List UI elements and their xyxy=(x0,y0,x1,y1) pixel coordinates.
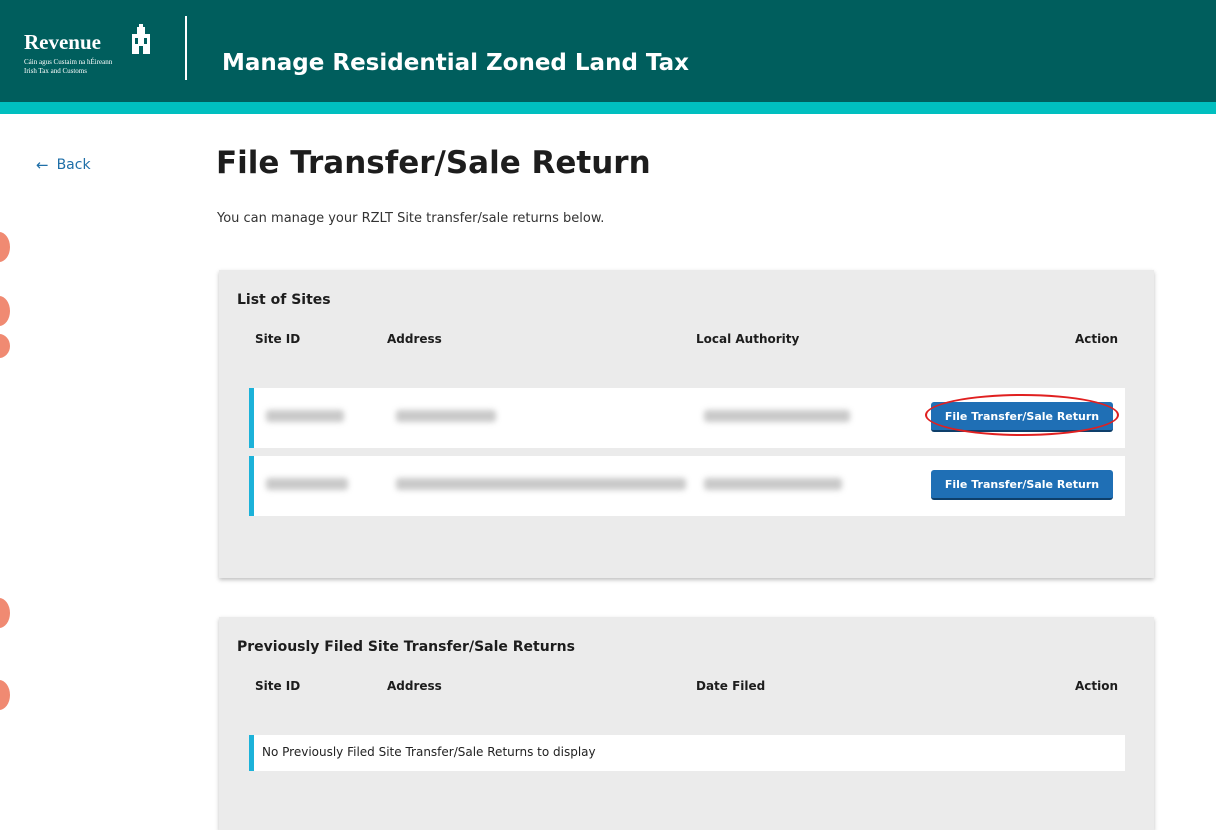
previous-returns-panel: Previously Filed Site Transfer/Sale Retu… xyxy=(219,617,1154,830)
revenue-logo[interactable]: Revenue Cáin agus Custaim na hÉireann Ir… xyxy=(24,18,164,82)
sites-panel-title: List of Sites xyxy=(237,292,331,308)
decorative-shape xyxy=(0,334,10,358)
local-authority-redacted xyxy=(704,478,842,490)
brand-subtitle-irish: Cáin agus Custaim na hÉireann xyxy=(24,58,113,66)
decorative-shape xyxy=(0,680,10,710)
intro-text: You can manage your RZLT Site transfer/s… xyxy=(217,211,605,226)
previous-returns-panel-title: Previously Filed Site Transfer/Sale Retu… xyxy=(237,639,575,655)
site-id-redacted xyxy=(266,410,344,422)
header-accent-strip xyxy=(0,102,1216,114)
column-header-date-filed: Date Filed xyxy=(696,679,766,693)
harp-icon xyxy=(132,24,150,54)
file-transfer-sale-return-button[interactable]: File Transfer/Sale Return xyxy=(931,470,1113,500)
page-title: File Transfer/Sale Return xyxy=(216,145,651,181)
empty-list-message: No Previously Filed Site Transfer/Sale R… xyxy=(262,745,596,759)
local-authority-redacted xyxy=(704,410,850,422)
sites-panel: List of Sites Site ID Address Local Auth… xyxy=(219,270,1154,578)
site-id-redacted xyxy=(266,478,348,490)
empty-list-row: No Previously Filed Site Transfer/Sale R… xyxy=(249,735,1125,771)
address-redacted xyxy=(396,410,496,422)
column-header-site-id: Site ID xyxy=(255,332,301,346)
decorative-shape xyxy=(0,296,10,326)
column-header-local-authority: Local Authority xyxy=(696,332,800,346)
back-label: Back xyxy=(56,157,91,173)
app-header: Revenue Cáin agus Custaim na hÉireann Ir… xyxy=(0,0,1216,102)
brand-subtitle-english: Irish Tax and Customs xyxy=(24,67,87,75)
brand-name: Revenue xyxy=(24,30,101,54)
decorative-shape xyxy=(0,232,10,262)
site-row: File Transfer/Sale Return xyxy=(249,456,1125,516)
column-header-action: Action xyxy=(1074,679,1118,693)
header-divider xyxy=(185,16,187,80)
arrow-left-icon: ← xyxy=(36,156,49,174)
address-redacted xyxy=(396,478,686,490)
column-header-site-id: Site ID xyxy=(255,679,301,693)
highlight-annotation xyxy=(925,394,1119,436)
column-header-action: Action xyxy=(1074,332,1118,346)
decorative-shape xyxy=(0,598,10,628)
app-title: Manage Residential Zoned Land Tax xyxy=(222,50,690,76)
column-header-address: Address xyxy=(387,332,442,346)
back-link[interactable]: ← Back xyxy=(36,156,91,174)
column-header-address: Address xyxy=(387,679,442,693)
site-row: File Transfer/Sale Return xyxy=(249,388,1125,448)
